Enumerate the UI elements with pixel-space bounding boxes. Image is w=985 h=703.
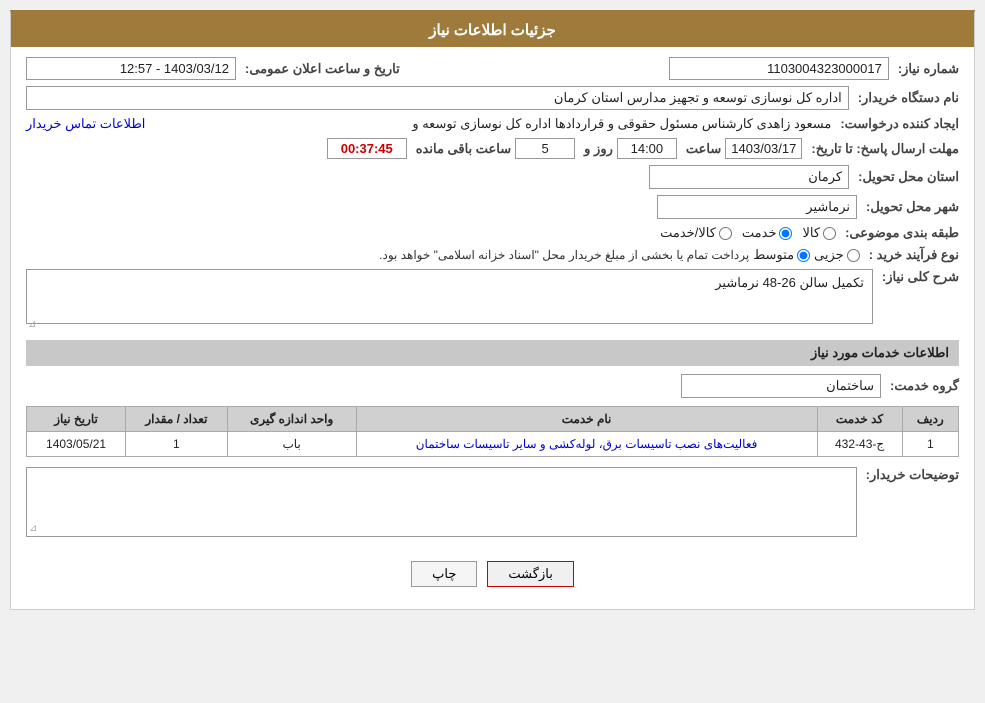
deadline-remaining: 00:37:45: [341, 141, 393, 156]
buyer-notes-label: توضیحات خریدار:: [861, 467, 959, 483]
purchase-motavasset-radio[interactable]: [797, 249, 810, 262]
service-group-label: گروه خدمت:: [885, 378, 959, 394]
deadline-days-field: 5: [515, 138, 575, 159]
buttons-row: بازگشت چاپ: [26, 553, 959, 599]
services-table: ردیف کد خدمت نام خدمت واحد اندازه گیری ت…: [26, 406, 959, 457]
page-title: جزئیات اطلاعات نیاز: [11, 13, 974, 47]
purchase-motavasset-label: متوسط: [753, 247, 794, 263]
col-qty: تعداد / مقدار: [126, 407, 228, 432]
category-khedmat-option[interactable]: خدمت: [742, 225, 793, 241]
category-kala-khedmat-label: کالا/خدمت: [660, 225, 716, 241]
creator-contact-link[interactable]: اطلاعات تماس خریدار: [26, 116, 145, 132]
need-number-label: شماره نیاز:: [893, 61, 959, 77]
date-field: 1403/03/12 - 12:57: [26, 57, 236, 80]
description-value: تکمیل سالن 26-48 نرماشیر: [715, 275, 864, 290]
category-khedmat-radio[interactable]: [779, 227, 792, 240]
need-number-value: 1103004323000017: [767, 61, 882, 76]
purchase-motavasset-option[interactable]: متوسط: [753, 247, 810, 263]
col-name: نام خدمت: [356, 407, 817, 432]
col-row: ردیف: [902, 407, 958, 432]
deadline-label: مهلت ارسال پاسخ: تا تاریخ:: [806, 141, 959, 157]
cell-code: ج-43-432: [817, 432, 902, 457]
cell-qty: 1: [126, 432, 228, 457]
purchase-jozyi-label: جزیی: [814, 247, 844, 263]
category-khedmat-label: خدمت: [742, 225, 777, 241]
service-group-field: ساختمان: [681, 374, 881, 398]
category-kala-khedmat-radio[interactable]: [719, 227, 732, 240]
purchase-note: پرداخت تمام یا بخشی از مبلغ خریدار محل "…: [379, 248, 749, 262]
deadline-remaining-label: ساعت باقی مانده: [411, 141, 511, 157]
back-button[interactable]: بازگشت: [487, 561, 573, 587]
creator-value: مسعود زاهدی کارشناس مسئول حقوقی و قراردا…: [149, 116, 831, 132]
cell-date: 1403/05/21: [27, 432, 126, 457]
deadline-time-field: 14:00: [617, 138, 677, 159]
cell-row: 1: [902, 432, 958, 457]
need-number-field: 1103004323000017: [669, 57, 889, 80]
deadline-time: 14:00: [631, 141, 664, 156]
description-label: شرح کلی نیاز:: [877, 269, 959, 285]
description-resize-icon: ⊿: [28, 319, 36, 330]
deadline-date-field: 1403/03/17: [725, 138, 802, 159]
cell-service-name: فعالیت‌های نصب تاسیسات برق، لوله‌کشی و س…: [356, 432, 817, 457]
table-row: 1 ج-43-432 فعالیت‌های نصب تاسیسات برق، ل…: [27, 432, 959, 457]
col-code: کد خدمت: [817, 407, 902, 432]
deadline-days: 5: [542, 141, 549, 156]
buyer-notes-resize-icon: ⊿: [29, 523, 37, 534]
category-kala-radio[interactable]: [823, 227, 836, 240]
category-kala-khedmat-option[interactable]: کالا/خدمت: [660, 225, 732, 241]
deadline-days-label: روز و: [579, 141, 613, 157]
city-label: شهر محل تحویل:: [861, 199, 959, 215]
purchase-type-label: نوع فرآیند خرید :: [864, 247, 959, 263]
province-label: استان محل تحویل:: [853, 169, 959, 185]
buyer-org-field: اداره کل نوسازی توسعه و تجهیز مدارس استا…: [26, 86, 849, 110]
date-label: تاریخ و ساعت اعلان عمومی:: [240, 61, 400, 77]
province-field: کرمان: [649, 165, 849, 189]
date-value: 1403/03/12 - 12:57: [120, 61, 229, 76]
creator-label: ایجاد کننده درخواست:: [835, 116, 959, 132]
cell-unit: باب: [227, 432, 356, 457]
description-box: تکمیل سالن 26-48 نرماشیر: [26, 269, 873, 324]
col-unit: واحد اندازه گیری: [227, 407, 356, 432]
print-button[interactable]: چاپ: [411, 561, 477, 587]
city-value: نرماشیر: [806, 199, 850, 214]
col-date: تاریخ نیاز: [27, 407, 126, 432]
deadline-date: 1403/03/17: [731, 141, 796, 156]
category-label: طبقه بندی موضوعی:: [840, 225, 959, 241]
province-value: کرمان: [808, 169, 842, 184]
category-kala-option[interactable]: کالا: [802, 225, 836, 241]
service-group-value: ساختمان: [826, 378, 874, 393]
buyer-org-value: اداره کل نوسازی توسعه و تجهیز مدارس استا…: [554, 90, 842, 105]
purchase-jozyi-option[interactable]: جزیی: [814, 247, 860, 263]
deadline-remaining-field: 00:37:45: [327, 138, 407, 159]
deadline-time-label: ساعت: [681, 141, 721, 157]
city-field: نرماشیر: [657, 195, 857, 219]
category-kala-label: کالا: [802, 225, 820, 241]
buyer-notes-box: ⊿: [26, 467, 857, 537]
buyer-org-label: نام دستگاه خریدار:: [853, 90, 959, 106]
purchase-jozyi-radio[interactable]: [847, 249, 860, 262]
services-section-header: اطلاعات خدمات مورد نیاز: [26, 340, 959, 366]
